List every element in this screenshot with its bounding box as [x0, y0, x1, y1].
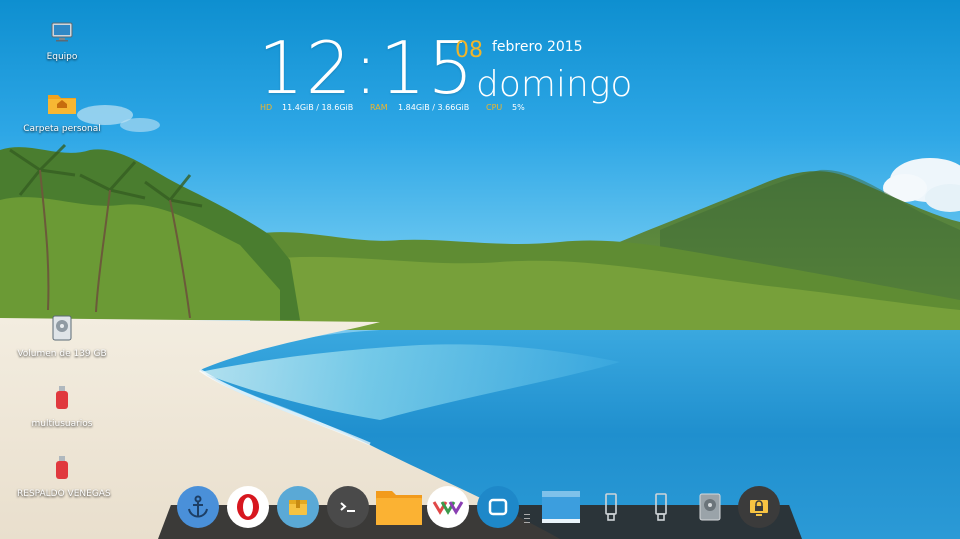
store-icon	[432, 501, 464, 515]
desktop-icon-label: Carpeta personal	[23, 124, 101, 134]
ram-label: RAM	[370, 103, 388, 112]
desktop-icon-label: Equipo	[46, 52, 78, 62]
usb-drive-icon	[56, 456, 68, 479]
dock-drive[interactable]	[689, 486, 731, 528]
desktop-icon-respaldo-venegas[interactable]: RESPALDO VENEGAS	[17, 455, 111, 499]
anchor-icon	[188, 495, 208, 518]
dock-files[interactable]	[374, 486, 424, 528]
opera-icon	[237, 494, 259, 520]
desktop-icon-label: RESPALDO VENEGAS	[17, 489, 111, 499]
dock-launcher[interactable]	[177, 486, 219, 528]
hd-label: HD	[260, 103, 273, 112]
ram-value: 1.84GiB / 3.66GiB	[398, 103, 470, 112]
home-folder-icon	[48, 95, 76, 114]
hard-drive-icon	[699, 493, 721, 521]
usb-device-icon	[655, 493, 667, 521]
desktop-icon-label: multiusuarios	[31, 419, 93, 429]
dock-screenshot[interactable]	[477, 486, 519, 528]
clock-weekday: domingo	[476, 64, 633, 105]
terminal-icon	[340, 502, 355, 512]
desktop-icon	[542, 491, 580, 523]
computer-icon	[51, 22, 73, 42]
screenshot-icon	[488, 498, 508, 516]
lock-icon	[750, 500, 768, 516]
dock-lock-screen[interactable]	[738, 486, 780, 528]
dock-removable-device-2[interactable]	[640, 486, 682, 528]
drive-icon	[52, 315, 72, 341]
usb-device-icon	[605, 493, 617, 521]
clock-month-year: febrero 2015	[492, 39, 583, 55]
desktop-icon-multiusuarios[interactable]: multiusuarios	[17, 385, 107, 429]
hd-value: 11.4GiB / 18.6GiB	[282, 103, 354, 112]
desktop-icon-volumen[interactable]: Volumen de 139 GB	[17, 315, 107, 359]
dock-opera[interactable]	[227, 486, 269, 528]
dock-terminal[interactable]	[327, 486, 369, 528]
clock-time: 12:15	[258, 26, 476, 110]
dock-separator	[524, 514, 530, 528]
desktop[interactable]: 12:15 08 febrero 2015 domingo HD 11.4GiB…	[0, 0, 960, 539]
dock-archive-manager[interactable]	[277, 486, 319, 528]
desktop-icon-carpeta-personal[interactable]: Carpeta personal	[17, 90, 107, 134]
cpu-label: CPU	[486, 103, 503, 112]
desktop-icon-label: Volumen de 139 GB	[17, 349, 107, 359]
clock-day: 08	[455, 38, 483, 63]
dock-app-store[interactable]	[427, 486, 469, 528]
archive-icon	[289, 500, 307, 515]
folder-icon	[376, 491, 422, 525]
usb-drive-icon	[56, 386, 68, 409]
cpu-value: 5%	[512, 103, 525, 112]
dock-show-desktop[interactable]	[540, 488, 582, 528]
desktop-icon-equipo[interactable]: Equipo	[17, 20, 107, 62]
dock-removable-device-1[interactable]	[590, 486, 632, 528]
